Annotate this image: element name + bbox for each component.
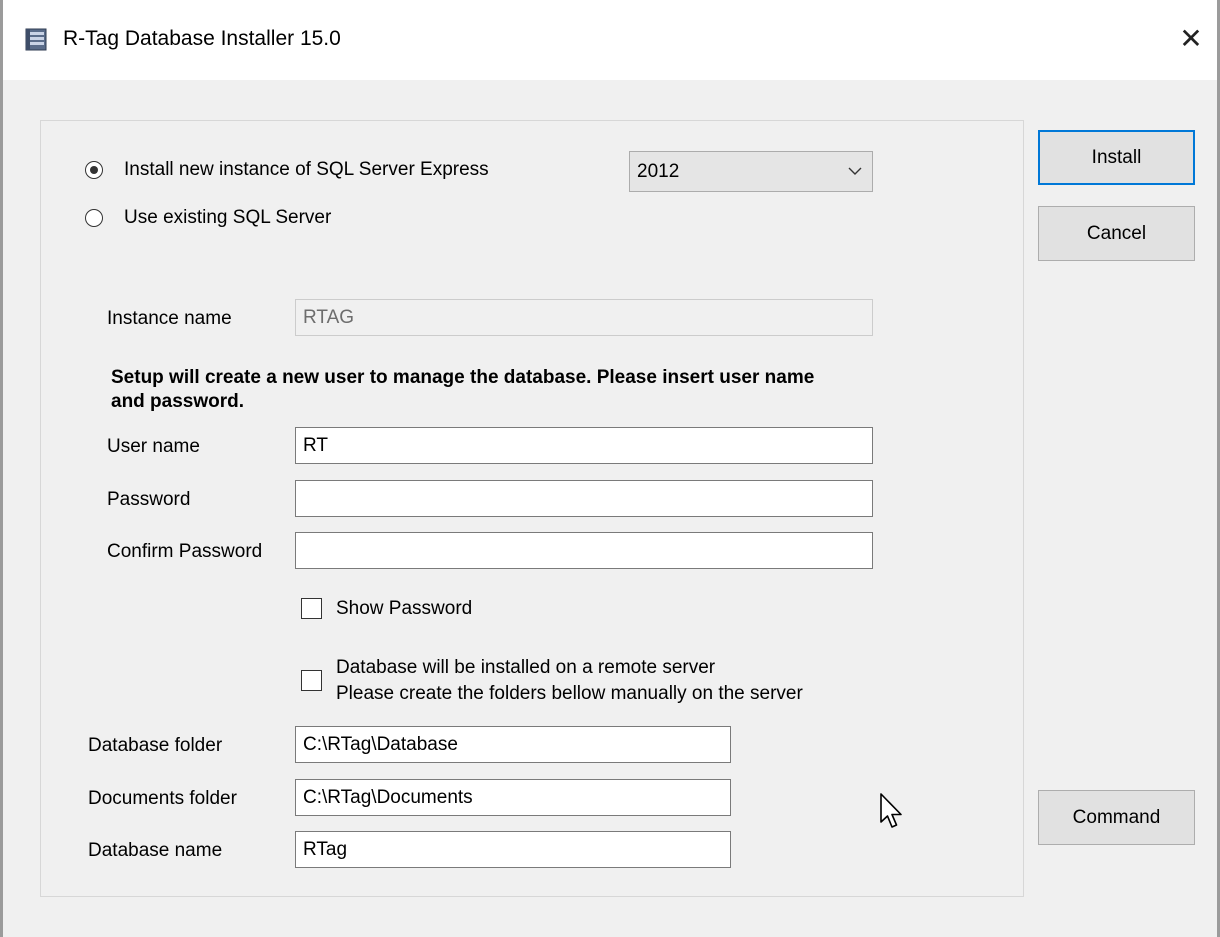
database-folder-input[interactable]: C:\RTag\Database xyxy=(295,726,731,763)
use-existing-server-label[interactable]: Use existing SQL Server xyxy=(124,207,331,229)
install-button[interactable]: Install xyxy=(1038,130,1195,185)
show-password-label[interactable]: Show Password xyxy=(336,598,472,620)
user-creation-note: Setup will create a new user to manage t… xyxy=(111,367,815,412)
confirm-password-input[interactable] xyxy=(295,532,873,569)
database-icon xyxy=(25,28,47,51)
radio-use-existing-server[interactable] xyxy=(85,209,103,227)
title-bar: R-Tag Database Installer 15.0 ✕ xyxy=(3,0,1217,80)
sql-version-value: 2012 xyxy=(637,161,680,182)
remote-server-label-line1[interactable]: Database will be installed on a remote s… xyxy=(336,657,715,679)
remote-server-checkbox[interactable] xyxy=(301,670,322,691)
cancel-button[interactable]: Cancel xyxy=(1038,206,1195,261)
database-folder-label: Database folder xyxy=(88,735,223,756)
chevron-down-icon xyxy=(848,167,862,175)
user-name-input[interactable]: RT xyxy=(295,427,873,464)
window-title: R-Tag Database Installer 15.0 xyxy=(63,27,341,50)
instance-name-input: RTAG xyxy=(295,299,873,336)
close-icon: ✕ xyxy=(1179,23,1203,54)
instance-name-label: Instance name xyxy=(107,308,232,329)
documents-folder-label: Documents folder xyxy=(88,788,237,809)
close-button[interactable]: ✕ xyxy=(1163,14,1219,64)
user-name-label: User name xyxy=(107,436,200,457)
database-name-label: Database name xyxy=(88,840,223,861)
confirm-password-label: Confirm Password xyxy=(107,541,263,562)
sql-version-dropdown[interactable]: 2012 xyxy=(629,151,873,192)
show-password-checkbox[interactable] xyxy=(301,598,322,619)
database-name-input[interactable]: RTag xyxy=(295,831,731,868)
mouse-cursor-icon xyxy=(880,793,902,828)
remote-server-label-line2[interactable]: Please create the folders bellow manuall… xyxy=(336,683,803,705)
password-input[interactable] xyxy=(295,480,873,517)
installer-window: R-Tag Database Installer 15.0 ✕ Install … xyxy=(0,0,1220,937)
command-button[interactable]: Command xyxy=(1038,790,1195,845)
documents-folder-input[interactable]: C:\RTag\Documents xyxy=(295,779,731,816)
install-new-instance-label[interactable]: Install new instance of SQL Server Expre… xyxy=(124,159,489,181)
password-label: Password xyxy=(107,489,191,510)
radio-install-new-instance[interactable] xyxy=(85,161,103,179)
